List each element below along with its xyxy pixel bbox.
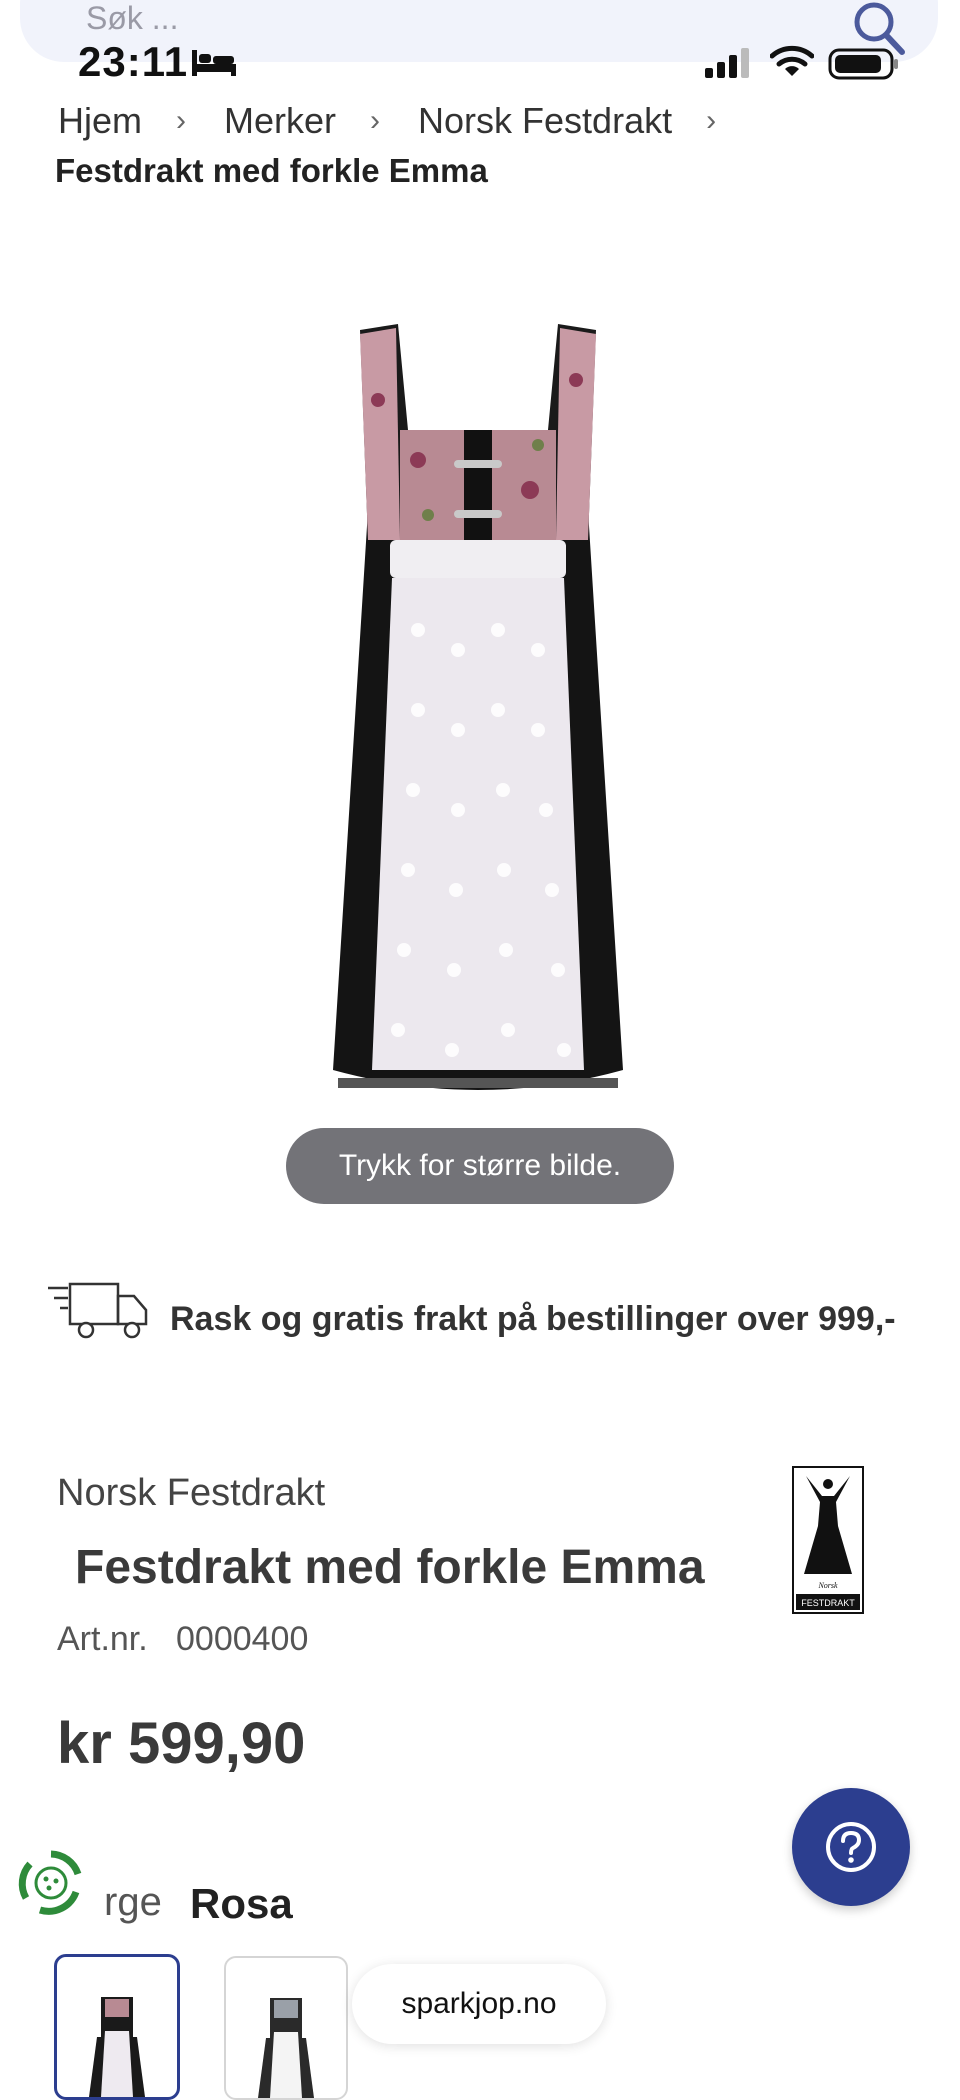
battery-icon: [828, 48, 898, 80]
product-title: Festdrakt med forkle Emma: [75, 1541, 705, 1594]
zoom-hint[interactable]: Trykk for større bilde.: [286, 1128, 674, 1204]
brand-name[interactable]: Norsk Festdrakt: [57, 1472, 325, 1515]
brand-logo-text: FESTDRAKT: [801, 1598, 855, 1608]
chevron-right-icon: ›: [706, 104, 717, 137]
wifi-icon: [770, 45, 814, 76]
brand-logo[interactable]: Norsk FESTDRAKT: [792, 1466, 864, 1614]
color-label: rge: [104, 1880, 162, 1924]
article-number-label: Art.nr.: [57, 1620, 148, 1658]
truck-icon: [48, 1282, 148, 1339]
variant-image: [258, 1998, 314, 2098]
breadcrumb: Hjem › Merker › Norsk Festdrakt ›: [58, 100, 754, 142]
help-button[interactable]: [792, 1788, 910, 1906]
recycle-icon[interactable]: [16, 1848, 86, 1918]
bed-icon: [192, 50, 236, 76]
question-icon: [826, 1822, 876, 1872]
variant-thumbnail-rosa[interactable]: [54, 1954, 180, 2100]
chevron-right-icon: ›: [176, 104, 187, 137]
brand-logo-small-text: Norsk: [817, 1581, 838, 1590]
breadcrumb-brands[interactable]: Merker: [224, 100, 336, 142]
product-price: kr 599,90: [57, 1711, 306, 1776]
search-input[interactable]: Søk ...: [86, 0, 178, 37]
breadcrumb-home[interactable]: Hjem: [58, 100, 142, 142]
breadcrumb-brand[interactable]: Norsk Festdrakt: [418, 100, 672, 142]
browser-url-pill[interactable]: sparkjop.no: [352, 1964, 606, 2044]
signal-icon: [705, 48, 749, 78]
article-number: 0000400: [176, 1620, 309, 1658]
chevron-right-icon: ›: [370, 104, 381, 137]
status-time: 23:11: [78, 38, 189, 85]
variant-thumbnail-other[interactable]: [224, 1956, 348, 2100]
color-value: Rosa: [190, 1880, 293, 1927]
variant-image: [89, 1997, 145, 2097]
breadcrumb-current: Festdrakt med forkle Emma: [55, 152, 488, 189]
shipping-info: Rask og gratis frakt på bestillinger ove…: [170, 1300, 896, 1338]
product-image[interactable]: [268, 310, 688, 1150]
